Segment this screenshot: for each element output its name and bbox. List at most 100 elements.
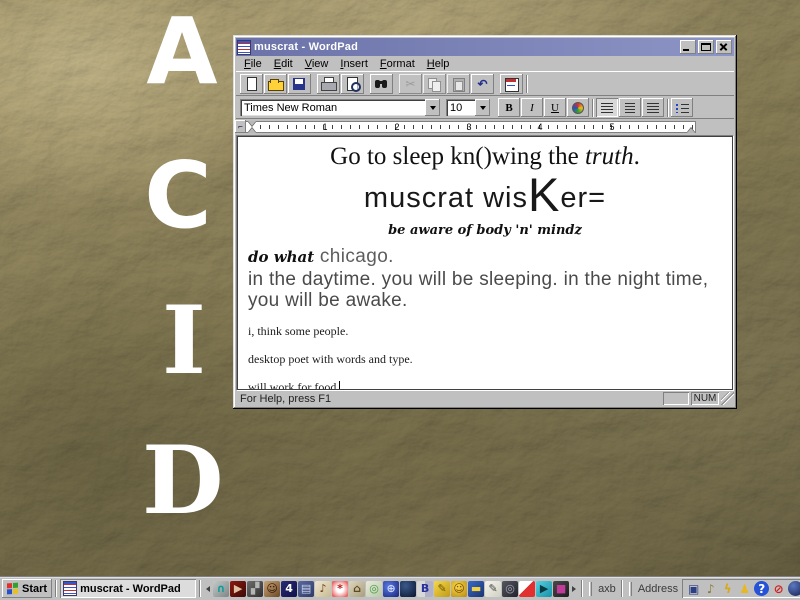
bd-app-icon[interactable]: B (417, 581, 433, 597)
font-size-combobox[interactable]: 10 (446, 99, 490, 116)
recorder-icon[interactable]: ◎ (502, 581, 518, 597)
print-button[interactable] (317, 74, 340, 94)
find-button[interactable] (370, 74, 393, 94)
undo-button[interactable]: ↶ (471, 74, 494, 94)
align-center-icon (625, 103, 635, 113)
bullets-button[interactable] (671, 98, 693, 117)
toolbar-grip[interactable] (589, 582, 592, 596)
media-player-red-icon[interactable]: ▶ (230, 581, 246, 597)
blocked-sign-icon[interactable]: ⊘ (771, 581, 786, 596)
smiley-yellow-icon[interactable]: ☺ (451, 581, 467, 597)
logo-pre: muscrat wis (364, 182, 528, 214)
open-button[interactable] (264, 74, 287, 94)
document-frame: Go to sleep kn()wing the truth. muscrat … (236, 135, 734, 391)
minimize-button[interactable] (680, 40, 696, 54)
pinwheel-icon[interactable]: * (332, 581, 348, 597)
four-app-icon[interactable]: 4 (281, 581, 297, 597)
doc-tagline: be aware of body 'n' mindz (238, 223, 732, 238)
address-toolbar-label[interactable]: Address (636, 583, 680, 595)
volume-icon[interactable]: ♪ (703, 581, 718, 596)
document-area[interactable]: Go to sleep kn()wing the truth. muscrat … (237, 136, 733, 390)
datetime-button[interactable] (500, 74, 523, 94)
acid-letter-i: I (144, 294, 224, 388)
heading-italic: truth (585, 143, 634, 170)
bold-button[interactable]: B (498, 98, 520, 117)
display-settings-icon[interactable]: ▣ (686, 581, 701, 596)
navy-ball-icon[interactable] (400, 581, 416, 597)
align-right-button[interactable] (642, 98, 664, 117)
sphere-icon[interactable] (788, 581, 800, 596)
cut-button[interactable]: ✂ (399, 74, 422, 94)
doc-small-line-3: will work for food. (248, 380, 732, 390)
portrait-app-icon[interactable]: ☺ (264, 581, 280, 597)
menu-edit[interactable]: Edit (268, 57, 299, 71)
size-dropdown-button[interactable] (475, 99, 490, 116)
filmstrip-icon[interactable]: ▤ (298, 581, 314, 597)
quicklaunch-scroll-right[interactable] (570, 581, 578, 597)
font-dropdown-button[interactable] (425, 99, 440, 116)
first-line-indent-marker[interactable] (248, 121, 256, 126)
menu-bar: File Edit View Insert Format Help (236, 56, 734, 71)
align-left-button[interactable] (596, 98, 618, 117)
acid-letter-a: A (142, 6, 222, 98)
start-button[interactable]: Start (2, 579, 52, 598)
ruler[interactable]: 1 2 3 4 5 ⌐ (236, 119, 734, 135)
menu-format[interactable]: Format (374, 57, 421, 71)
color-button[interactable] (567, 98, 589, 117)
resize-grip[interactable] (721, 392, 734, 405)
yellow-pen-icon[interactable]: ✎ (434, 581, 450, 597)
align-center-button[interactable] (619, 98, 641, 117)
print-preview-button[interactable] (341, 74, 364, 94)
printer-icon (320, 77, 337, 91)
blue-train-icon[interactable]: ▬ (468, 581, 484, 597)
close-button[interactable] (716, 40, 732, 54)
headphones-icon[interactable]: ∩ (213, 581, 229, 597)
quicklaunch-scroll-left[interactable] (204, 581, 212, 597)
left-indent-marker[interactable] (248, 128, 256, 133)
aim-running-man-icon[interactable]: ♟ (737, 581, 752, 596)
paste-button[interactable] (447, 74, 470, 94)
italic-button[interactable]: I (521, 98, 543, 117)
wordpad-task-button[interactable]: muscrat - WordPad (60, 579, 196, 598)
underline-button[interactable]: U (544, 98, 566, 117)
photo-viewer-icon[interactable]: ▞ (247, 581, 263, 597)
new-button[interactable] (240, 74, 263, 94)
heading-period: . (634, 143, 640, 170)
axb-toolbar-label[interactable]: axb (596, 583, 618, 595)
maximize-button[interactable] (698, 40, 714, 54)
home-icon[interactable]: ⌂ (349, 581, 365, 597)
gray-text: chicago. (314, 246, 394, 267)
copy-button[interactable] (423, 74, 446, 94)
red-flag-icon[interactable] (519, 581, 535, 597)
globe-icon[interactable]: ⊕ (383, 581, 399, 597)
taskbar-separator (55, 580, 57, 597)
ruler-scale[interactable]: 1 2 3 4 5 (238, 121, 696, 133)
cd-player-icon[interactable]: ◎ (366, 581, 382, 597)
scissors-icon: ✂ (402, 77, 419, 91)
doc-line-chicago: do what chicago. (248, 246, 732, 268)
standard-toolbar: ✂ ↶ (236, 71, 734, 96)
right-indent-marker[interactable] (687, 128, 695, 133)
puzzle-dark-icon[interactable]: ■ (553, 581, 569, 597)
violin-icon[interactable]: ♪ (315, 581, 331, 597)
font-name-combobox[interactable]: Times New Roman (240, 99, 440, 116)
title-bar[interactable]: muscrat - WordPad (236, 38, 734, 56)
toolbar-grip[interactable] (629, 582, 632, 596)
cyan-sub-icon[interactable]: ▶ (536, 581, 552, 597)
script-text: do what (248, 248, 314, 266)
status-empty-cell (663, 392, 689, 405)
notepad-pen-icon[interactable]: ✎ (485, 581, 501, 597)
messenger-question-icon[interactable]: ? (754, 581, 769, 596)
doc-heading: Go to sleep kn()wing the truth. (238, 143, 732, 171)
wordpad-icon (64, 582, 76, 595)
menu-file[interactable]: File (238, 57, 268, 71)
tab-selector-button[interactable]: ⌐ (235, 120, 246, 133)
taskbar: Start muscrat - WordPad ∩▶▞☺4▤♪*⌂◎⊕B✎☺▬✎… (0, 577, 800, 600)
lightning-icon[interactable]: ϟ (720, 581, 735, 596)
save-button[interactable] (288, 74, 311, 94)
menu-insert[interactable]: Insert (334, 57, 374, 71)
toolbar-separator (526, 75, 528, 93)
print-preview-icon (344, 77, 361, 91)
menu-help[interactable]: Help (421, 57, 456, 71)
menu-view[interactable]: View (299, 57, 335, 71)
